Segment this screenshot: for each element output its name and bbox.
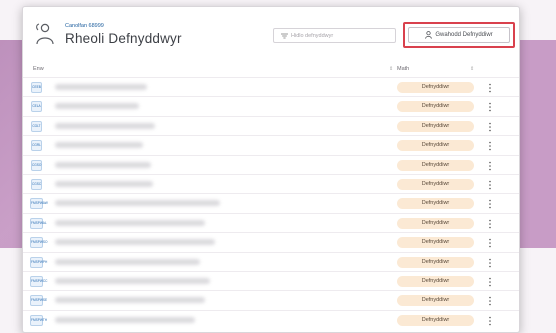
invite-user-button[interactable]: Gwahodd Defnyddiwr (408, 27, 510, 43)
user-type-badge: Defnyddiwr (397, 295, 474, 307)
redacted-user-name (55, 297, 205, 304)
search-box[interactable] (273, 28, 396, 43)
user-type-badge: Defnyddiwr (397, 256, 474, 268)
table-row[interactable]: CGRL Defnyddiwr (23, 135, 519, 154)
redacted-user-name (55, 122, 155, 129)
user-code-chip: CGSC (31, 178, 42, 190)
user-type-badge: Defnyddiwr (397, 120, 474, 132)
user-code-chip: CGRL (31, 140, 42, 152)
sort-icon[interactable]: ⇕ (470, 66, 474, 72)
more-options-icon[interactable] (488, 258, 492, 268)
redacted-user-name (55, 142, 143, 149)
user-code-chip: FMSPWCC (30, 275, 47, 287)
table-row[interactable]: FMSPWPH Defnyddiwr (23, 251, 519, 271)
more-options-icon[interactable] (488, 219, 492, 229)
more-options-icon[interactable] (488, 161, 492, 171)
user-code-chip: FMSPWAL (30, 217, 47, 229)
user-type-badge: Defnyddiwr (397, 275, 474, 287)
centre-name: Canolfan 68999 (65, 23, 104, 29)
more-options-icon[interactable] (488, 83, 492, 93)
users-icon (36, 23, 54, 45)
table-row[interactable]: FMSPWSE Defnyddiwr (23, 290, 519, 309)
redacted-user-name (55, 316, 195, 323)
user-code-chip: CELA (31, 101, 42, 113)
filter-icon (281, 33, 288, 39)
user-code-chip: FMSPWSE (30, 295, 47, 307)
more-options-icon[interactable] (488, 296, 492, 306)
redacted-user-name (55, 219, 205, 226)
user-table-body: CEEB Defnyddiwr CELA Defnyddiwr CGLT Def… (23, 77, 519, 329)
column-header-name[interactable]: Enw (33, 66, 44, 72)
table-row[interactable]: FMSPWAL Defnyddiwr (23, 212, 519, 232)
table-row[interactable]: FMSPWTH Defnyddiwr (23, 309, 519, 329)
table-row[interactable]: CGLT Defnyddiwr (23, 115, 519, 135)
more-options-icon[interactable] (488, 238, 492, 248)
user-code-chip: FMSPWPH (30, 256, 47, 268)
table-row[interactable]: FMSPWSO Defnyddiwr (23, 232, 519, 251)
table-row[interactable]: FMSPWAW Defnyddiwr (23, 193, 519, 212)
table-row[interactable]: CGSC Defnyddiwr (23, 173, 519, 193)
more-options-icon[interactable] (488, 316, 492, 326)
more-options-icon[interactable] (488, 199, 492, 209)
redacted-user-name (55, 200, 220, 207)
page-header: Canolfan 68999 Rheoli Defnyddwyr Gwahodd… (23, 7, 519, 57)
user-code-chip: CGSO (31, 159, 42, 171)
redacted-user-name (55, 277, 210, 284)
table-row[interactable]: CGSO Defnyddiwr (23, 154, 519, 174)
user-type-badge: Defnyddiwr (397, 237, 474, 249)
user-code-chip: CEEB (31, 82, 42, 93)
table-row[interactable]: CEEB Defnyddiwr (23, 77, 519, 96)
redacted-user-name (55, 258, 200, 265)
redacted-user-name (55, 103, 139, 110)
more-options-icon[interactable] (488, 122, 492, 132)
user-type-badge: Defnyddiwr (397, 140, 474, 152)
redacted-user-name (55, 84, 147, 90)
column-header-type[interactable]: Math (397, 66, 409, 72)
invite-user-label: Gwahodd Defnyddiwr (435, 32, 493, 38)
user-type-badge: Defnyddiwr (397, 217, 474, 229)
redacted-user-name (55, 180, 153, 187)
user-code-chip: CGLT (31, 120, 42, 132)
redacted-user-name (55, 239, 215, 246)
person-icon (425, 31, 433, 39)
filter-users-input[interactable] (291, 30, 391, 41)
user-type-badge: Defnyddiwr (397, 178, 474, 190)
more-options-icon[interactable] (488, 180, 492, 190)
user-code-chip: FMSPWAW (30, 198, 48, 210)
user-type-badge: Defnyddiwr (397, 101, 474, 113)
user-type-badge: Defnyddiwr (397, 314, 474, 326)
more-options-icon[interactable] (488, 102, 492, 112)
user-code-chip: FMSPWSO (30, 237, 47, 249)
user-type-badge: Defnyddiwr (397, 82, 474, 93)
more-options-icon[interactable] (488, 141, 492, 151)
user-type-badge: Defnyddiwr (397, 198, 474, 210)
page-title: Rheoli Defnyddwyr (65, 31, 182, 46)
user-type-badge: Defnyddiwr (397, 159, 474, 171)
more-options-icon[interactable] (488, 277, 492, 287)
table-row[interactable]: FMSPWCC Defnyddiwr (23, 270, 519, 290)
user-code-chip: FMSPWTH (30, 314, 47, 326)
table-header: Enw ⇕ Math ⇕ (23, 63, 519, 75)
sort-icon[interactable]: ⇕ (389, 66, 393, 72)
redacted-user-name (55, 161, 151, 168)
user-management-window: Canolfan 68999 Rheoli Defnyddwyr Gwahodd… (22, 6, 520, 333)
table-row[interactable]: CELA Defnyddiwr (23, 96, 519, 115)
